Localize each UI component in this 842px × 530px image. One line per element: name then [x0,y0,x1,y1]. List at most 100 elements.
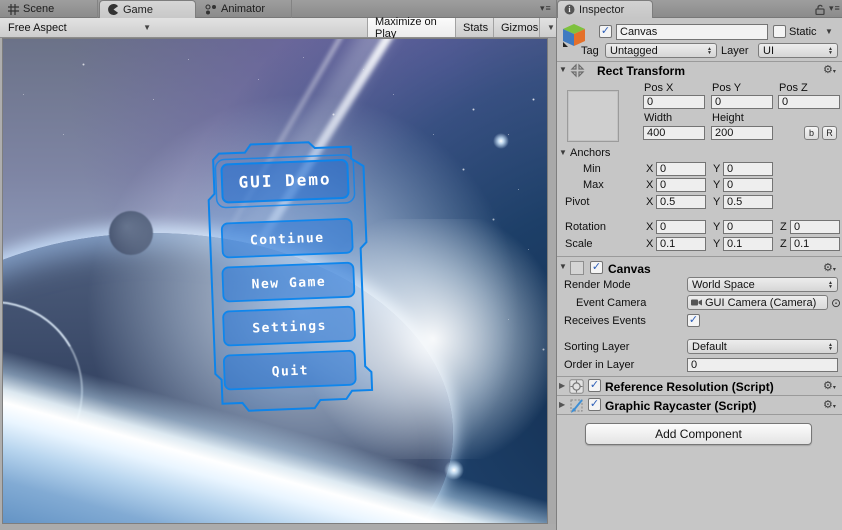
canvas-enabled-checkbox[interactable]: ✓ [590,261,603,274]
reference-resolution-icon [569,379,584,394]
pos-y-field[interactable]: 0 [711,95,773,109]
inspector-tabbar: i Inspector ▾≡ [557,0,842,18]
render-mode-value: World Space [692,278,755,291]
object-picker-icon[interactable]: ⊙ [831,296,841,310]
lock-icon[interactable] [815,4,825,15]
pane-splitter[interactable] [548,38,556,530]
new-game-button-label: New Game [251,275,326,293]
pos-z-label: Pos Z [779,82,808,94]
sorting-layer-dropdown[interactable]: Default ▲ ▼ [687,339,838,354]
pos-z-field[interactable]: 0 [778,95,840,109]
tag-value: Untagged [610,44,658,57]
rotation-x-field[interactable]: 0 [656,220,706,234]
static-checkbox[interactable] [773,25,786,38]
popup-arrows-icon: ▲ ▼ [707,45,712,56]
anchors-foldout[interactable]: ▼ [559,148,567,157]
raw-edit-mode-button[interactable]: R [822,126,837,140]
stats-button[interactable]: Stats [455,18,493,37]
add-component-button[interactable]: Add Component [585,423,812,445]
anchors-label: Anchors [570,147,611,159]
max-y-field[interactable]: 0 [723,178,773,192]
tab-scene[interactable]: Scene [0,0,98,18]
scene-grid-icon [8,3,19,15]
gui-demo-menu: GUI Demo Continue New Game Settings Quit [190,133,391,436]
rotation-label: Rotation [565,221,606,233]
quit-button[interactable]: Quit [222,349,357,391]
gear-icon[interactable]: ⚙▾ [823,379,836,392]
aspect-dropdown[interactable]: Free Aspect ▼ [2,19,157,36]
render-mode-dropdown[interactable]: World Space ▲ ▼ [687,277,838,292]
maximize-on-play-label: Maximize on Play [375,15,437,40]
gear-icon[interactable]: ⚙▾ [823,398,836,411]
layer-dropdown[interactable]: UI ▲ ▼ [758,43,838,58]
inspector-panel-menu-icon[interactable]: ▾≡ [829,3,841,14]
pos-x-label: Pos X [644,82,674,94]
axis-z-label: Z [780,238,787,250]
max-label: Max [583,179,604,191]
scale-y-field[interactable]: 0.1 [723,237,773,251]
static-dropdown-arrow[interactable]: ▼ [825,27,833,36]
graphic-raycaster-foldout[interactable]: ▶ [559,400,565,409]
pivot-y-field[interactable]: 0.5 [723,195,773,209]
min-label: Min [583,163,601,175]
reference-resolution-enabled-checkbox[interactable]: ✓ [588,379,601,392]
max-x-field[interactable]: 0 [656,178,706,192]
pivot-label: Pivot [565,196,590,208]
gameobject-enabled-checkbox[interactable]: ✓ [599,25,612,38]
gameobject-name-field[interactable]: Canvas [616,24,768,40]
settings-button[interactable]: Settings [222,305,356,347]
maximize-on-play-button[interactable]: Maximize on Play [367,15,455,40]
graphic-raycaster-icon [570,399,583,413]
event-camera-object-field[interactable]: GUI Camera (Camera) [687,295,828,310]
pos-x-field[interactable]: 0 [643,95,705,109]
rotation-y-field[interactable]: 0 [723,220,773,234]
blueprint-mode-button[interactable]: b [804,126,819,140]
settings-button-label: Settings [252,319,327,337]
game-viewport[interactable]: GUI Demo Continue New Game Settings Quit [2,38,548,524]
gizmos-dropdown-arrow[interactable]: ▼ [539,18,555,37]
rect-transform-foldout[interactable]: ▼ [559,65,567,74]
axis-x-label: X [646,238,654,250]
info-icon: i [564,4,575,15]
width-field[interactable]: 400 [643,126,705,140]
order-in-layer-field[interactable]: 0 [687,358,838,372]
continue-button-label: Continue [250,231,325,249]
inspector-body: ✓ Canvas Static ▼ Tag Untagged ▲ ▼ Layer … [557,18,842,530]
scale-x-field[interactable]: 0.1 [656,237,706,251]
tab-game[interactable]: Game [99,0,196,18]
new-game-button[interactable]: New Game [221,261,356,303]
scale-z-field[interactable]: 0.1 [790,237,840,251]
height-label: Height [712,112,744,124]
rotation-z-field[interactable]: 0 [790,220,840,234]
aspect-dropdown-label: Free Aspect [8,21,67,34]
graphic-raycaster-enabled-checkbox[interactable]: ✓ [588,398,601,411]
pos-y-label: Pos Y [712,82,742,94]
gear-icon[interactable]: ⚙▾ [823,63,836,76]
stats-label: Stats [463,21,489,34]
receives-events-label: Receives Events [564,315,646,327]
tag-dropdown[interactable]: Untagged ▲ ▼ [605,43,717,58]
game-pane: Scene Game Animator ▾≡ Free Aspect ▼ Max… [0,0,556,530]
render-mode-label: Render Mode [564,279,631,291]
scale-label: Scale [565,238,593,250]
tab-animator[interactable]: Animator [197,0,292,18]
game-panel-menu-icon[interactable]: ▾≡ [540,3,552,14]
height-field[interactable]: 200 [711,126,773,140]
game-toolbar: Free Aspect ▼ Maximize on Play Stats Giz… [0,15,556,40]
graphic-raycaster-title: Graphic Raycaster (Script) [605,399,757,413]
rect-transform-title: Rect Transform [597,64,686,78]
reference-resolution-foldout[interactable]: ▶ [559,381,565,390]
tab-inspector[interactable]: i Inspector [557,0,653,18]
min-x-field[interactable]: 0 [656,162,706,176]
pivot-x-field[interactable]: 0.5 [656,195,706,209]
gizmos-button[interactable]: Gizmos [493,18,539,37]
tab-game-label: Game [123,3,153,16]
canvas-foldout[interactable]: ▼ [559,262,567,271]
axis-y-label: Y [713,163,721,175]
continue-button[interactable]: Continue [220,217,354,259]
gear-icon[interactable]: ⚙▾ [823,261,836,274]
min-y-field[interactable]: 0 [723,162,773,176]
tab-scene-label: Scene [23,3,55,15]
rect-preview-box [567,90,619,142]
receives-events-checkbox[interactable]: ✓ [687,314,700,327]
